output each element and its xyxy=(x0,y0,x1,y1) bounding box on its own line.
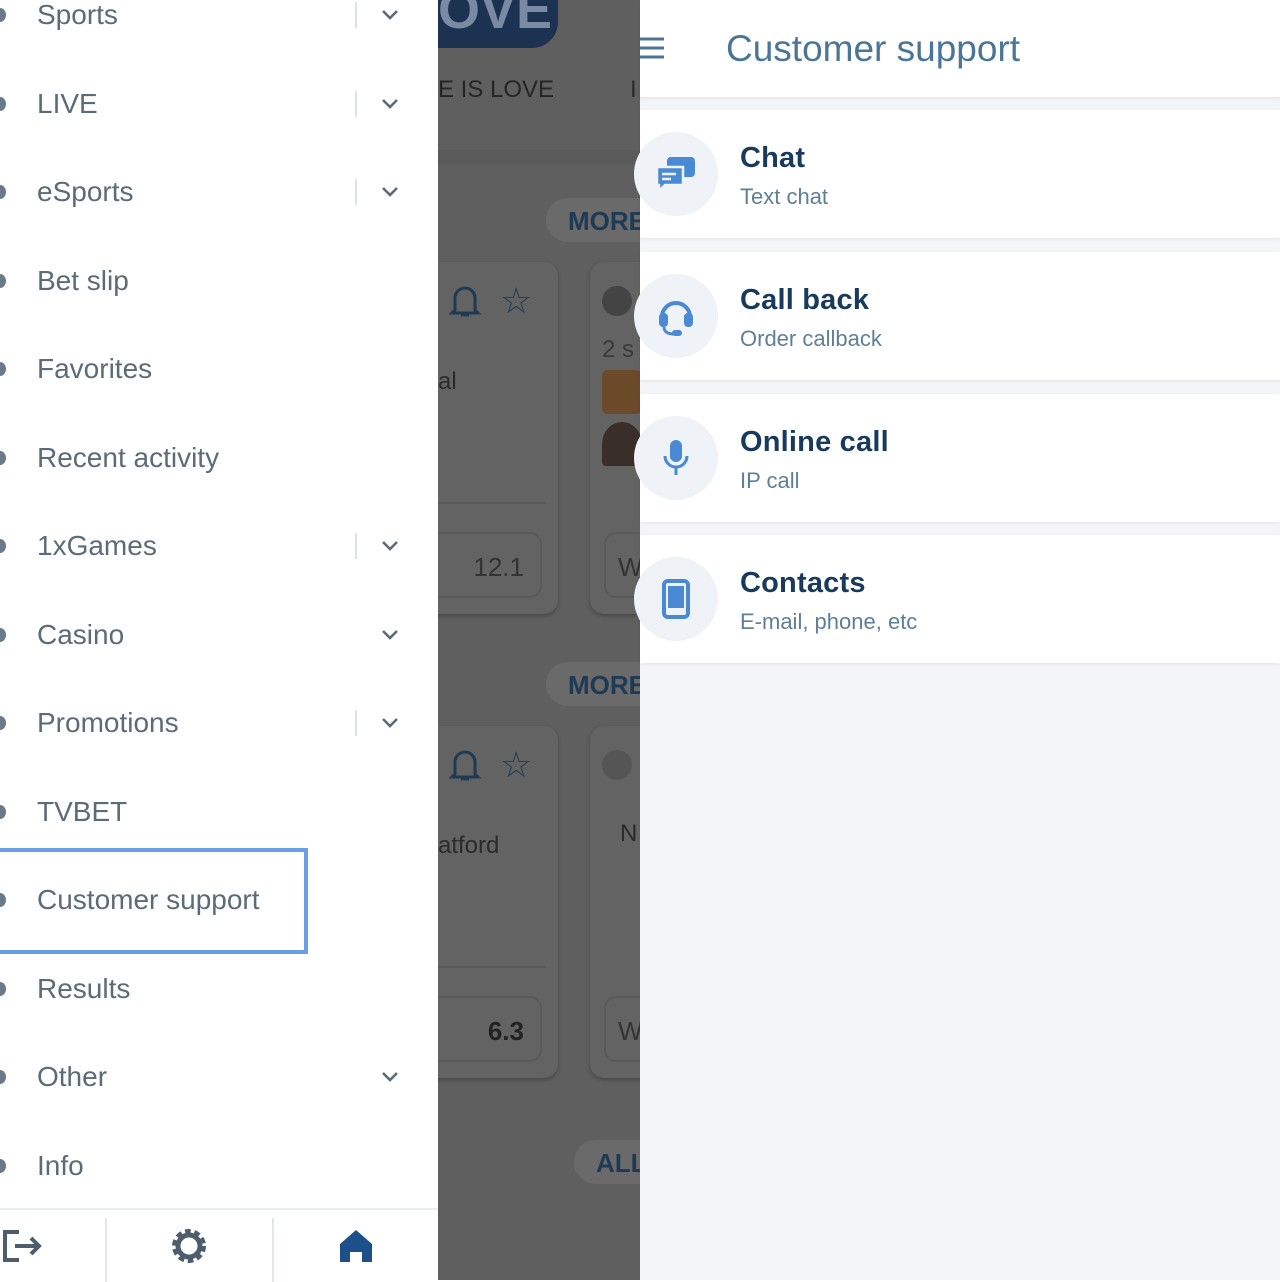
option-title: Chat xyxy=(740,142,806,174)
dimmed-background: OVE E IS LOVE I MORE ☆ al 12.1 2 s W MOR… xyxy=(438,0,640,1280)
option-subtitle: Order callback xyxy=(740,326,882,351)
menu-item-icon xyxy=(0,273,6,288)
option-title: Contacts xyxy=(740,567,866,599)
star-icon: ☆ xyxy=(500,280,533,321)
divider xyxy=(355,2,357,28)
home-button[interactable] xyxy=(306,1210,406,1282)
menu-item-sports[interactable]: Sports xyxy=(0,0,438,45)
menu-item-icon xyxy=(0,362,6,376)
menu-item-icon xyxy=(0,450,6,465)
chat-icon xyxy=(634,132,718,216)
customer-support-screen: Customer support Chat Text chat Call back O… xyxy=(634,0,1280,1280)
chevron-down-icon[interactable] xyxy=(380,713,400,733)
more-button[interactable]: MORE xyxy=(546,662,640,706)
phone-icon xyxy=(634,557,718,641)
settings-icon xyxy=(172,1229,206,1263)
divider xyxy=(355,533,357,559)
event-card[interactable]: 2 s W xyxy=(590,262,640,614)
chevron-down-icon[interactable] xyxy=(380,5,400,25)
menu-item-icon xyxy=(0,981,6,996)
hamburger-menu-icon[interactable] xyxy=(640,36,666,60)
microphone-icon xyxy=(634,416,718,500)
chevron-down-icon[interactable] xyxy=(380,182,400,202)
support-option-contacts[interactable]: Contacts E-mail, phone, etc xyxy=(634,535,1280,663)
menu-bottom-bar xyxy=(0,1208,438,1282)
odds-button: 6.3 xyxy=(438,996,542,1062)
menu-item-label: Casino xyxy=(37,618,125,650)
menu-item-icon xyxy=(0,96,6,111)
option-subtitle: E-mail, phone, etc xyxy=(740,609,918,634)
divider xyxy=(355,710,357,736)
menu-item-label: Sports xyxy=(37,0,118,30)
menu-item-label: Results xyxy=(37,972,131,1004)
headset-icon xyxy=(634,274,718,358)
chevron-down-icon[interactable] xyxy=(380,536,400,556)
menu-item-live[interactable]: LIVE xyxy=(0,74,438,134)
menu-item-label: 1xGames xyxy=(37,530,157,561)
menu-item-icon xyxy=(0,1158,6,1173)
menu-item-promotions[interactable]: Promotions xyxy=(0,693,438,753)
bell-icon xyxy=(448,286,482,317)
menu-item-favorites[interactable]: Favorites xyxy=(0,339,438,399)
banner-caption: E IS LOVE xyxy=(438,76,555,103)
menu-item-casino[interactable]: Casino xyxy=(0,605,438,665)
option-title: Online call xyxy=(740,426,889,458)
odds-button: 12.1 xyxy=(438,532,542,598)
menu-item-label: Promotions xyxy=(37,707,179,738)
bell-icon xyxy=(448,750,482,781)
menu-item-1xgames[interactable]: 1xGames xyxy=(0,516,438,576)
chevron-down-icon[interactable] xyxy=(380,625,400,645)
support-option-call-back[interactable]: Call back Order callback xyxy=(634,252,1280,380)
support-option-online-call[interactable]: Online call IP call xyxy=(634,394,1280,522)
menu-item-bet-slip[interactable]: Bet slip xyxy=(0,251,438,311)
support-option-chat[interactable]: Chat Text chat xyxy=(634,110,1280,238)
menu-item-results[interactable]: Results xyxy=(0,959,438,1019)
event-card[interactable]: ☆ atford 6.3 xyxy=(438,726,558,1078)
menu-item-icon xyxy=(0,185,6,199)
chevron-down-icon[interactable] xyxy=(380,1067,400,1087)
logout-button[interactable] xyxy=(0,1210,72,1282)
menu-item-label: eSports xyxy=(37,176,134,207)
more-button[interactable]: MORE xyxy=(546,198,640,242)
menu-item-icon xyxy=(0,627,6,642)
banner-caption-2: I xyxy=(630,76,637,103)
menu-item-icon xyxy=(0,1070,6,1084)
option-subtitle: IP call xyxy=(740,468,800,493)
header: Customer support xyxy=(640,0,1280,97)
divider xyxy=(355,179,357,205)
page-title: Customer support xyxy=(726,28,1021,69)
side-menu: Sports LIVE eSports Bet slip Favorites Recent… xyxy=(0,0,438,1280)
home-icon xyxy=(340,1230,372,1262)
event-card[interactable]: ☆ al 12.1 xyxy=(438,262,558,614)
menu-item-esports[interactable]: eSports xyxy=(0,162,438,222)
menu-item-label: Info xyxy=(37,1149,84,1181)
event-card[interactable]: N W xyxy=(590,726,640,1078)
highlight-box xyxy=(0,848,308,954)
option-subtitle: Text chat xyxy=(740,184,829,209)
menu-item-label: Other xyxy=(37,1061,108,1092)
menu-item-icon xyxy=(0,8,6,22)
menu-item-info[interactable]: Info xyxy=(0,1136,438,1196)
menu-item-label: Favorites xyxy=(37,353,153,384)
option-title: Call back xyxy=(740,284,870,316)
menu-item-label: Bet slip xyxy=(37,264,129,296)
logout-icon xyxy=(3,1230,42,1262)
all-button[interactable]: ALL xyxy=(574,1140,640,1184)
chevron-down-icon[interactable] xyxy=(380,94,400,114)
star-icon: ☆ xyxy=(500,744,533,785)
menu-item-tvbet[interactable]: TVBET xyxy=(0,782,438,842)
menu-item-label: Recent activity xyxy=(37,441,220,473)
settings-button[interactable] xyxy=(139,1210,239,1282)
menu-item-icon xyxy=(0,539,6,553)
menu-item-icon xyxy=(0,716,6,730)
menu-item-icon xyxy=(0,804,6,819)
menu-item-recent-activity[interactable]: Recent activity xyxy=(0,428,438,488)
menu-item-label: TVBET xyxy=(37,795,128,827)
divider xyxy=(355,90,357,117)
menu-item-label: LIVE xyxy=(37,87,98,119)
menu-item-other[interactable]: Other xyxy=(0,1047,438,1107)
